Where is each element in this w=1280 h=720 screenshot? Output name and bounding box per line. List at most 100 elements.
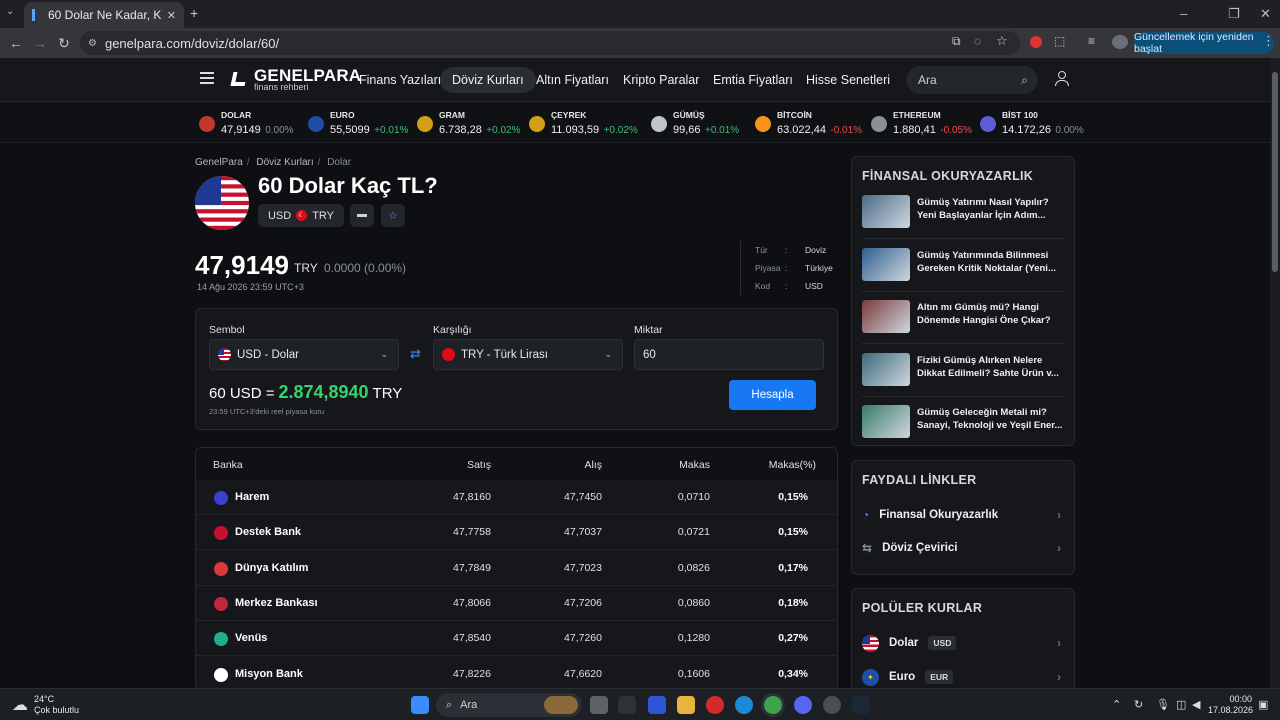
clock-date: 17.08.2026 xyxy=(1208,705,1254,715)
maximize-icon[interactable]: ❐ xyxy=(1228,6,1240,22)
tab-search-icon[interactable]: ⌄ xyxy=(6,6,14,17)
calculate-button[interactable]: Hesapla xyxy=(729,380,816,410)
scrollbar-thumb[interactable] xyxy=(1272,72,1278,272)
link-finansal-okuryazarlik[interactable]: ◔ Finansal Okuryazarlık › xyxy=(862,501,1065,529)
cell-alis: 47,6620 xyxy=(564,667,602,680)
teams-icon[interactable] xyxy=(648,696,666,714)
article-item[interactable]: Gümüş Yatırımı Nasıl Yapılır? Yeni Başla… xyxy=(862,193,1065,239)
gauge-app-icon[interactable] xyxy=(618,696,636,714)
close-tab-icon[interactable]: ✕ xyxy=(167,9,176,22)
popular-dolar[interactable]: Dolar USD › xyxy=(862,629,1065,657)
article-item[interactable]: Altın mı Gümüş mü? Hangi Dönemde Hangisi… xyxy=(862,298,1065,344)
file-explorer-icon[interactable] xyxy=(677,696,695,714)
ticker-item[interactable]: BİST 100 14.172,26 0.00% xyxy=(980,110,1084,138)
ticker-item[interactable]: BİTCOİN 63.022,44 -0.01% xyxy=(755,110,862,138)
sync-icon[interactable]: ↻ xyxy=(1134,698,1143,711)
extensions-puzzle-icon[interactable]: ⬚ xyxy=(1054,34,1065,48)
favorite-star-button[interactable]: ☆ xyxy=(381,204,405,227)
address-bar[interactable]: ⚙ genelpara.com/doviz/dolar/60/ xyxy=(80,31,1020,55)
site-info-icon[interactable]: ⚙ xyxy=(88,38,97,49)
steam-icon[interactable] xyxy=(852,696,870,714)
table-row[interactable]: Merkez Bankası 47,8066 47,7206 0,0860 0,18% xyxy=(196,586,837,621)
page-scrollbar[interactable] xyxy=(1270,58,1280,688)
cell-satis: 47,8540 xyxy=(453,632,491,645)
opera-icon[interactable] xyxy=(706,696,724,714)
finance-literacy-card: FİNANSAL OKURYAZARLIK Gümüş Yatırımı Nas… xyxy=(851,156,1075,446)
ticker-item[interactable]: DOLAR 47,9149 0.00% xyxy=(199,110,294,138)
table-row[interactable]: Destek Bank 47,7758 47,7037 0,0721 0,15% xyxy=(196,515,837,551)
link-doviz-cevirici[interactable]: ⇆ Döviz Çevirici › xyxy=(862,534,1065,562)
new-tab-icon[interactable]: + xyxy=(190,5,198,21)
install-app-icon[interactable]: ⧉ xyxy=(952,34,961,49)
table-row[interactable]: Misyon Bank 47,8226 47,6620 0,1606 0,34% xyxy=(196,657,837,691)
taskbar-clock[interactable]: 00:00 17.08.2026 xyxy=(1208,694,1254,716)
extension-icon[interactable] xyxy=(1030,36,1042,48)
article-title: Gümüş Yatırımında Bilinmesi Gereken Krit… xyxy=(917,249,1056,274)
edge-icon[interactable] xyxy=(735,696,753,714)
bookmark-star-icon[interactable]: ☆ xyxy=(996,33,1008,49)
bank-name: Destek Bank xyxy=(235,526,302,539)
popular-name: Dolar xyxy=(889,637,919,649)
swap-icon[interactable]: ⇄ xyxy=(410,346,421,362)
nav-doviz-kurlari[interactable]: Döviz Kurları xyxy=(440,67,536,93)
symbol-select[interactable]: USD - Dolar ⌄ xyxy=(209,339,399,370)
useful-links-title: FAYDALI LİNKLER xyxy=(862,473,977,487)
network-icon[interactable]: ◫ xyxy=(1176,698,1186,711)
notifications-icon[interactable]: ▣ xyxy=(1258,698,1268,711)
ticker-item[interactable]: ÇEYREK 11.093,59 +0.02% xyxy=(529,110,638,138)
site-search-input[interactable]: Ara ⌕ xyxy=(906,66,1038,94)
browser-tab[interactable]: 60 Dolar Ne Kadar, Kaç TL? USD ✕ xyxy=(24,2,184,28)
ticker-item[interactable]: GÜMÜŞ 99,66 +0.01% xyxy=(651,110,739,138)
target-select[interactable]: TRY - Türk Lirası ⌄ xyxy=(433,339,623,370)
forward-icon[interactable]: → xyxy=(28,35,52,51)
volume-icon[interactable]: ◀ xyxy=(1192,698,1200,711)
breadcrumb-doviz[interactable]: Döviz Kurları xyxy=(256,157,313,168)
amount-input[interactable]: 60 xyxy=(634,339,824,370)
article-item[interactable]: Gümüş Yatırımında Bilinmesi Gereken Krit… xyxy=(862,246,1065,292)
currency-code-badge: USD xyxy=(928,636,957,650)
hamburger-menu-icon[interactable] xyxy=(200,72,214,84)
search-placeholder: Ara xyxy=(918,73,937,87)
chrome-icon[interactable] xyxy=(764,696,782,714)
tray-chevron-icon[interactable]: ⌃ xyxy=(1112,698,1121,711)
eye-off-icon[interactable]: ◌ xyxy=(974,34,981,48)
article-item[interactable]: Gümüş Geleceğin Metali mi? Sanayi, Tekno… xyxy=(862,403,1065,449)
profile-avatar[interactable] xyxy=(1112,35,1128,49)
breadcrumb-home[interactable]: GenelPara xyxy=(195,157,243,168)
article-item[interactable]: Fiziki Gümüş Alırken Nelere Dikkat Edilm… xyxy=(862,351,1065,397)
back-icon[interactable]: ← xyxy=(4,35,28,51)
site-logo[interactable]: GENELPARA finans rehberi xyxy=(230,67,361,92)
search-icon[interactable]: ⌕ xyxy=(1021,66,1028,94)
ticker-label: ETHEREUM xyxy=(893,110,941,120)
ticker-item[interactable]: GRAM 6.738,28 +0.02% xyxy=(417,110,520,138)
update-restart-button[interactable]: Güncellemek için yeniden başlat xyxy=(1134,31,1274,55)
table-row[interactable]: Venüs 47,8540 47,7260 0,1280 0,27% xyxy=(196,621,837,657)
media-controls-icon[interactable]: ≡ xyxy=(1088,34,1095,48)
nav-hisse-senetleri[interactable]: Hisse Senetleri xyxy=(794,67,902,93)
app-icon[interactable] xyxy=(823,696,841,714)
ticker-item[interactable]: EURO 55,5099 +0.01% xyxy=(308,110,408,138)
task-view-icon[interactable] xyxy=(590,696,608,714)
nav-finans-yazilari[interactable]: Finans Yazıları xyxy=(347,67,453,93)
table-row[interactable]: Dünya Katılım 47,7849 47,7023 0,0826 0,17% xyxy=(196,551,837,586)
minimize-icon[interactable]: – xyxy=(1180,6,1187,21)
discord-icon[interactable] xyxy=(794,696,812,714)
microphone-icon[interactable]: 🎙 xyxy=(1156,698,1170,711)
popular-euro[interactable]: ✦ Euro EUR › xyxy=(862,663,1065,691)
nav-kripto-paralar[interactable]: Kripto Paralar xyxy=(611,67,711,93)
nav-emtia-fiyatlari[interactable]: Emtia Fiyatları xyxy=(701,67,805,93)
reload-icon[interactable]: ↻ xyxy=(52,35,76,52)
weather-widget[interactable]: ☁ 24°C Çok bulutlu xyxy=(12,694,79,716)
taskbar-search[interactable]: ⌕ Ara xyxy=(436,693,582,717)
ticker-change: +0.01% xyxy=(374,125,409,136)
compare-button[interactable] xyxy=(350,204,374,227)
start-icon[interactable] xyxy=(411,696,429,714)
table-row[interactable]: Harem 47,8160 47,7450 0,0710 0,15% xyxy=(196,480,837,515)
bank-logo-icon xyxy=(214,491,228,505)
popular-rates-title: POLÜLER KURLAR xyxy=(862,601,983,615)
nav-altin-fiyatlari[interactable]: Altın Fiyatları xyxy=(524,67,621,93)
close-window-icon[interactable]: ✕ xyxy=(1260,6,1271,22)
browser-menu-icon[interactable]: ⋮ xyxy=(1262,33,1275,49)
user-account-icon[interactable] xyxy=(1055,71,1069,87)
ticker-item[interactable]: ETHEREUM 1.880,41 -0.05% xyxy=(871,110,972,138)
